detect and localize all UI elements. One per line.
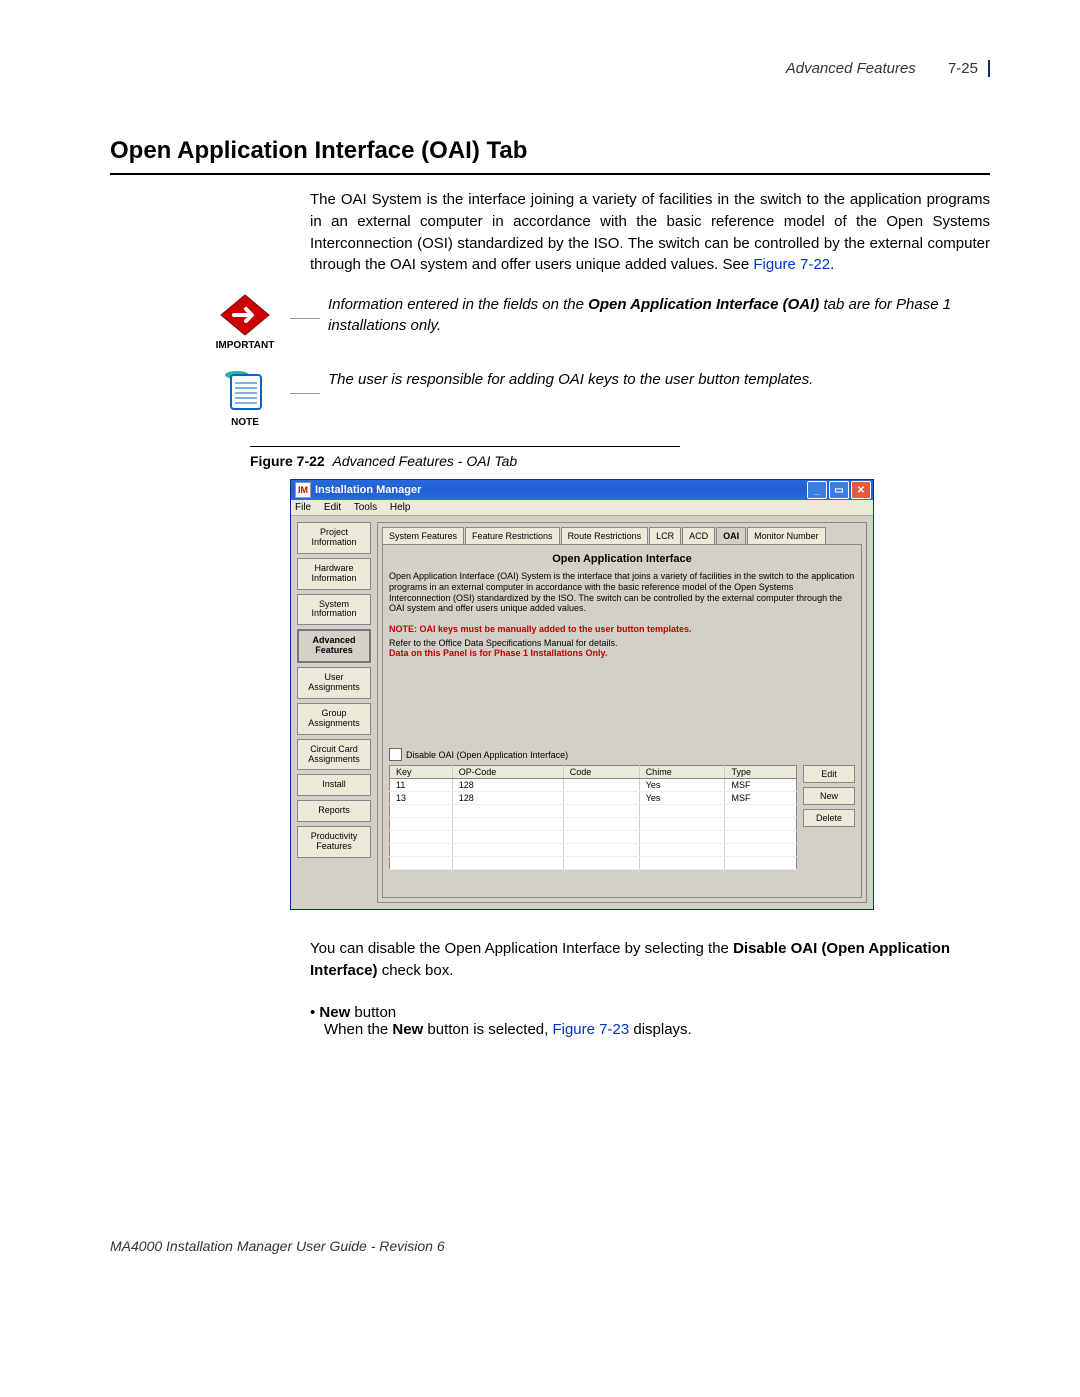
oai-table: Key OP-Code Code Chime Type 11 128 Yes <box>389 765 797 870</box>
tab-lcr[interactable]: LCR <box>649 527 681 544</box>
disable-oai-label: Disable OAI (Open Application Interface) <box>406 750 568 760</box>
minimize-button[interactable]: _ <box>807 481 827 499</box>
section-title: Open Application Interface (OAI) Tab <box>110 137 990 165</box>
panel-phase-warning: Data on this Panel is for Phase 1 Instal… <box>389 648 855 658</box>
callout-connector <box>290 393 320 394</box>
sidebar-item-hardware[interactable]: Hardware Information <box>297 558 371 590</box>
app-icon: IM <box>295 482 311 498</box>
page-header: Advanced Features 7-25 <box>110 60 990 77</box>
tab-body: Open Application Interface Open Applicat… <box>382 544 862 898</box>
hr-rule <box>110 173 990 175</box>
menu-edit[interactable]: Edit <box>324 502 341 513</box>
tab-oai[interactable]: OAI <box>716 527 746 544</box>
intro-paragraph: The OAI System is the interface joining … <box>310 189 990 276</box>
panel-title: Open Application Interface <box>389 553 855 565</box>
page-footer: MA4000 Installation Manager User Guide -… <box>110 1238 990 1254</box>
note-label: NOTE <box>231 417 259 428</box>
tabstrip: System Features Feature Restrictions Rou… <box>382 527 862 544</box>
screenshot-window: IM Installation Manager _ ▭ ✕ File Edit … <box>290 479 874 910</box>
figure-caption: Figure 7-22 Advanced Features - OAI Tab <box>250 453 990 469</box>
important-text: Information entered in the fields on the… <box>328 294 990 336</box>
tab-monitor[interactable]: Monitor Number <box>747 527 826 544</box>
sidebar-item-system[interactable]: System Information <box>297 594 371 626</box>
panel-refer: Refer to the Office Data Specifications … <box>389 638 855 648</box>
menu-help[interactable]: Help <box>390 502 411 513</box>
note-icon: NOTE <box>200 369 290 428</box>
sidebar-item-project[interactable]: Project Information <box>297 522 371 554</box>
sidebar-item-productivity[interactable]: Productivity Features <box>297 826 371 858</box>
sidebar-item-advanced[interactable]: Advanced Features <box>297 629 371 663</box>
bullet-new: • New button <box>324 1004 990 1021</box>
col-chime[interactable]: Chime <box>639 766 725 779</box>
maximize-button[interactable]: ▭ <box>829 481 849 499</box>
disable-oai-checkbox[interactable] <box>389 748 402 761</box>
delete-button[interactable]: Delete <box>803 809 855 827</box>
tab-acd[interactable]: ACD <box>682 527 715 544</box>
edit-button[interactable]: Edit <box>803 765 855 783</box>
col-key[interactable]: Key <box>390 766 453 779</box>
table-row[interactable]: 11 128 Yes MSF <box>390 779 797 792</box>
sidebar-item-install[interactable]: Install <box>297 774 371 796</box>
col-opcode[interactable]: OP-Code <box>452 766 563 779</box>
post-paragraph: You can disable the Open Application Int… <box>310 938 990 982</box>
menu-file[interactable]: File <box>295 502 311 513</box>
menu-tools[interactable]: Tools <box>354 502 377 513</box>
table-row[interactable]: 13 128 Yes MSF <box>390 792 797 805</box>
panel-description: Open Application Interface (OAI) System … <box>389 571 855 614</box>
tab-feature-restrictions[interactable]: Feature Restrictions <box>465 527 560 544</box>
new-button[interactable]: New <box>803 787 855 805</box>
close-button[interactable]: ✕ <box>851 481 871 499</box>
tab-system-features[interactable]: System Features <box>382 527 464 544</box>
note-text: The user is responsible for adding OAI k… <box>328 369 813 390</box>
sidebar: Project Information Hardware Information… <box>297 522 371 903</box>
col-type[interactable]: Type <box>725 766 797 779</box>
titlebar: IM Installation Manager _ ▭ ✕ <box>291 480 873 500</box>
callout-connector <box>290 318 320 319</box>
col-code[interactable]: Code <box>563 766 639 779</box>
panel-note: NOTE: OAI keys must be manually added to… <box>389 624 855 634</box>
page-number: 7-25 <box>948 60 978 77</box>
bullet-sub: When the New button is selected, Figure … <box>324 1021 990 1038</box>
figure-link-23[interactable]: Figure 7-23 <box>552 1021 629 1038</box>
window-title: Installation Manager <box>315 484 805 496</box>
sidebar-item-group[interactable]: Group Assignments <box>297 703 371 735</box>
sidebar-item-circuit[interactable]: Circuit Card Assignments <box>297 739 371 771</box>
menubar: File Edit Tools Help <box>291 500 873 516</box>
important-label: IMPORTANT <box>216 340 275 351</box>
sidebar-item-reports[interactable]: Reports <box>297 800 371 822</box>
important-icon: IMPORTANT <box>200 294 290 351</box>
figure-rule <box>250 446 680 447</box>
tab-route-restrictions[interactable]: Route Restrictions <box>561 527 649 544</box>
sidebar-item-user[interactable]: User Assignments <box>297 667 371 699</box>
content-pane: System Features Feature Restrictions Rou… <box>377 522 867 903</box>
figure-link-22[interactable]: Figure 7-22 <box>753 256 830 273</box>
section-name: Advanced Features <box>786 60 916 77</box>
